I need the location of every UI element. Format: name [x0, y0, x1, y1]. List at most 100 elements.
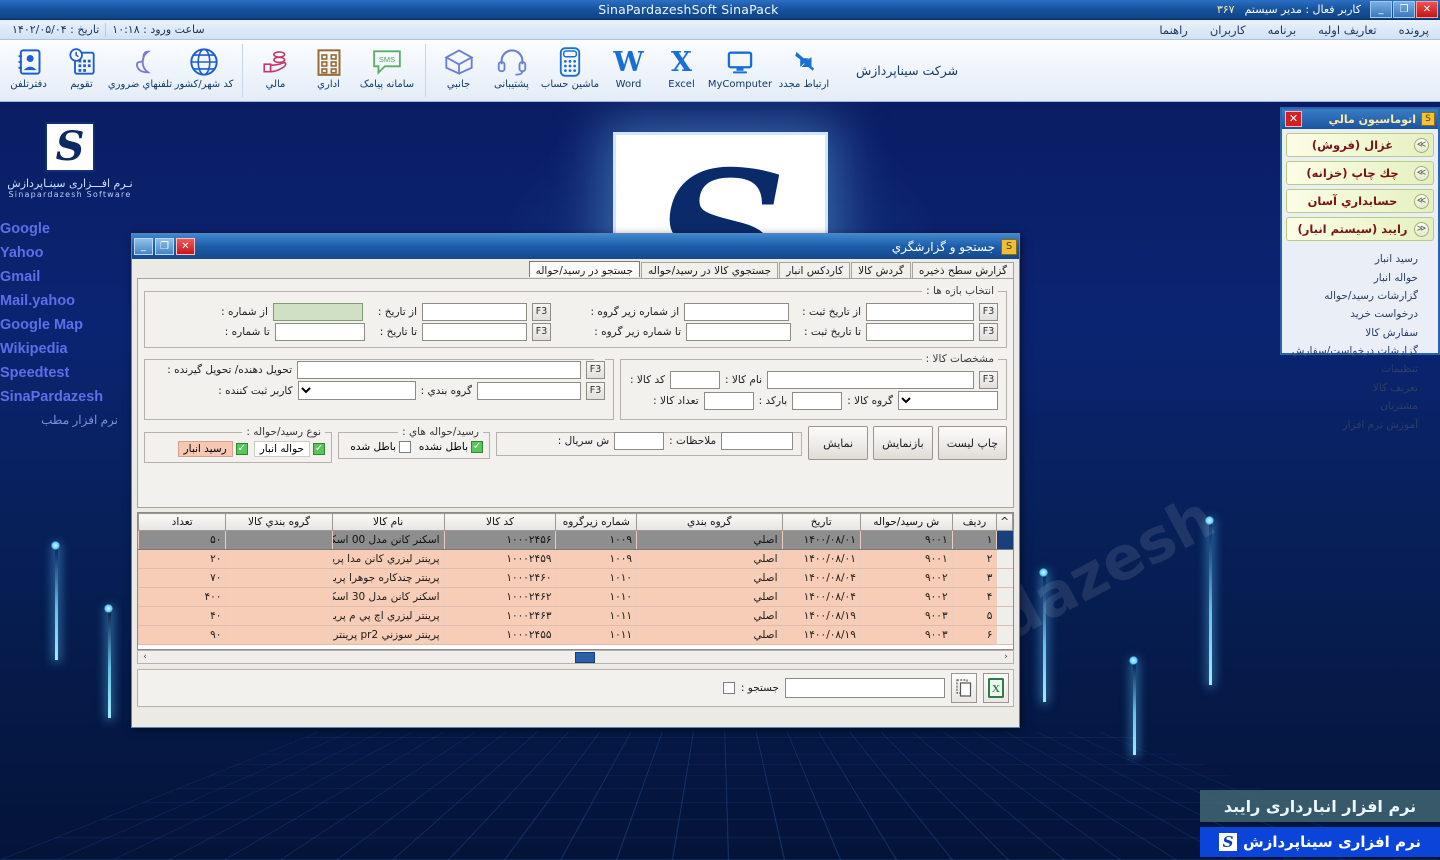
menu-item-rahnama[interactable]: راهنما	[1148, 23, 1198, 37]
display-button[interactable]: نمایش	[808, 426, 869, 460]
quick-link-sinapardazesh[interactable]: SinaPardazesh	[0, 385, 118, 409]
accordion-ghazal-sales[interactable]: ≫ غزال (فروش)	[1286, 133, 1434, 157]
dialog-window-controls[interactable]: _ ❐ ✕	[134, 238, 195, 255]
submenu-item-receipt-issue-reports[interactable]: گزارشات رسید/حواله	[1286, 287, 1428, 305]
raybod-submenu[interactable]: رسید انبار حواله انبار گزارشات رسید/حوال…	[1286, 245, 1434, 434]
to-subgroup-input[interactable]	[686, 323, 792, 341]
check-off-icon[interactable]	[398, 441, 411, 453]
table-row[interactable]: ۳ ۹۰۰۲ ۱۴۰۰/۰۸/۰۴ اصلي ۱۰۱۰ ۱۰۰۰۲۴۶۰ پری…	[138, 568, 1013, 588]
submenu-item-customers[interactable]: مشتریان	[1286, 397, 1428, 415]
table-row[interactable]: ۶ ۹۰۰۳ ۱۴۰۰/۰۸/۱۹ اصلي ۱۰۱۱ ۱۰۰۰۲۴۵۵ پری…	[138, 625, 1013, 645]
print-list-button[interactable]: چاپ لیست	[937, 426, 1007, 460]
toolbar-button-reconnect[interactable]: ارتباط مجدد	[772, 43, 836, 99]
goods-count-input[interactable]	[703, 391, 754, 410]
automation-panel-body[interactable]: ≫ غزال (فروش) ≫ چك چاپ (خزانه) ≫ حسابدار…	[1282, 129, 1438, 434]
from-number-input[interactable]	[272, 303, 363, 321]
copy-button[interactable]	[951, 673, 977, 703]
quick-link-matab-software[interactable]: نرم افزار مطب	[0, 409, 118, 431]
tab-goods-circulation[interactable]: گردش كالا	[851, 262, 911, 278]
toolbar-button-sms[interactable]: SMS سامانه پیامک	[355, 43, 419, 99]
toolbar-button-calendar[interactable]: تقویم	[55, 43, 108, 99]
table-row[interactable]: ۴ ۹۰۰۲ ۱۴۰۰/۰۸/۰۴ اصلي ۱۰۱۰ ۱۰۰۰۲۴۶۲ اسك…	[138, 587, 1013, 607]
dialog-close-button[interactable]: ✕	[176, 238, 195, 255]
notes-input[interactable]	[721, 432, 794, 450]
f3-hint-deliverer[interactable]: F3	[586, 361, 605, 379]
grid-horizontal-scrollbar[interactable]: ‹ ›	[137, 650, 1014, 664]
automation-panel-close-icon[interactable]: ✕	[1285, 111, 1302, 127]
footer-search-input[interactable]	[785, 678, 945, 698]
submenu-item-define-goods[interactable]: تعریف كالا	[1286, 379, 1428, 397]
submenu-item-settings[interactable]: تنظیمات	[1286, 360, 1428, 378]
col-goods-code[interactable]: كد كالا	[443, 513, 557, 531]
goods-group-select[interactable]	[898, 391, 998, 410]
col-quantity[interactable]: تعداد	[138, 513, 227, 531]
search-and-reporting-dialog[interactable]: S جستجو و گزارشگري _ ❐ ✕ گزارش سطح ذخیره…	[131, 233, 1020, 728]
chevron-down-icon-3[interactable]: ≫	[1414, 193, 1429, 209]
check-on-icon-3[interactable]: ✓	[235, 443, 248, 455]
toolbar-button-administrative[interactable]: اداري	[302, 43, 355, 99]
quick-link-yahoo[interactable]: Yahoo	[0, 241, 118, 265]
barcode-input[interactable]	[792, 391, 843, 410]
quick-links-list[interactable]: Google Yahoo Gmail Mail.yahoo Google Map…	[0, 217, 140, 431]
action-buttons-group[interactable]: چاپ لیست بازنمایش نمایش	[808, 426, 1007, 460]
checkbox-warehouse-receipt[interactable]: ✓ رسید انبار	[177, 441, 248, 457]
checkbox-cancelled[interactable]: باطل شده	[350, 441, 411, 453]
f3-hint-to-regdate[interactable]: F3	[979, 323, 998, 341]
f3-hint-from-date[interactable]: F3	[532, 303, 551, 321]
f3-hint-to-date[interactable]: F3	[532, 323, 551, 341]
results-grid[interactable]: ^ ردیف ش رسید/حواله تاریخ گروه بندي شمار…	[137, 512, 1014, 650]
table-row[interactable]: ۲ ۹۰۰۱ ۱۴۰۰/۰۸/۰۱ اصلي ۱۰۰۹ ۱۰۰۰۲۴۵۹ پری…	[138, 549, 1013, 569]
accordion-easy-accounting[interactable]: ≫ حسابداري آسان	[1286, 189, 1434, 213]
from-subgroup-input[interactable]	[684, 303, 790, 321]
refresh-display-button[interactable]: بازنمایش	[873, 426, 933, 460]
accordion-check-print[interactable]: ≫ چك چاپ (خزانه)	[1286, 161, 1434, 185]
menu-item-karbaran[interactable]: كاربران	[1199, 23, 1257, 37]
quick-link-gmail[interactable]: Gmail	[0, 265, 118, 289]
menu-item-barnameh[interactable]: برنامه	[1257, 23, 1308, 37]
maximize-button[interactable]: ❐	[1393, 0, 1415, 18]
dialog-maximize-button[interactable]: ❐	[155, 238, 174, 255]
scrollbar-thumb[interactable]	[574, 651, 595, 663]
f3-hint-goods-name[interactable]: F3	[979, 371, 998, 389]
submenu-item-software-training[interactable]: آموزش نرم افزار	[1286, 415, 1428, 433]
quick-link-wikipedia[interactable]: Wikipedia	[0, 337, 118, 361]
table-row[interactable]: ۵ ۹۰۰۳ ۱۴۰۰/۰۸/۱۹ اصلي ۱۰۱۱ ۱۰۰۰۲۴۶۳ پری…	[138, 606, 1013, 626]
footer-search-checkbox[interactable]	[722, 682, 735, 694]
col-doc-number[interactable]: ش رسید/حواله	[859, 513, 953, 531]
financial-automation-panel[interactable]: S اتوماسیون مالي ✕ ≫ غزال (فروش) ≫ چك چا…	[1280, 107, 1440, 431]
registrar-select[interactable]	[297, 381, 416, 400]
submenu-item-goods-order[interactable]: سفارش كالا	[1286, 324, 1428, 342]
submenu-item-purchase-request[interactable]: درخواست خرید	[1286, 305, 1428, 323]
toolbar-button-emergency-phones[interactable]: تلفنهاي ضروري	[108, 43, 172, 99]
ribbon-group-modules[interactable]: SMS سامانه پیامک اداري مالي	[247, 40, 421, 101]
dialog-minimize-button[interactable]: _	[134, 238, 153, 255]
excel-export-button[interactable]: X	[983, 673, 1009, 703]
col-date[interactable]: تاریخ	[781, 513, 861, 531]
toolbar-button-calculator[interactable]: ماشین حساب	[538, 43, 602, 99]
chevron-down-icon[interactable]: ≫	[1414, 137, 1429, 153]
chevron-down-icon-2[interactable]: ≫	[1414, 165, 1429, 181]
to-date-input[interactable]	[422, 323, 527, 341]
scroll-left-arrow-icon[interactable]: ‹	[139, 652, 151, 662]
submenu-item-request-order-reports[interactable]: گزارشات درخواست/سفارش	[1286, 342, 1428, 360]
col-radif[interactable]: ردیف	[951, 513, 998, 531]
from-date-input[interactable]	[422, 303, 527, 321]
quick-link-googlemap[interactable]: Google Map	[0, 313, 118, 337]
left-launcher-panel[interactable]: S نـرم افـــزاری سینـاپردازش Sinapardaze…	[0, 106, 140, 431]
chevron-up-icon[interactable]: ≪	[1414, 221, 1429, 237]
quick-link-speedtest[interactable]: Speedtest	[0, 361, 118, 385]
table-row[interactable]: ۱ ۹۰۰۱ ۱۴۰۰/۰۸/۰۱ اصلي ۱۰۰۹ ۱۰۰۰۲۴۵۶ اسك…	[138, 530, 1013, 550]
toolbar-button-accessories[interactable]: جانبي	[432, 43, 485, 99]
toolbar-button-support[interactable]: پشتیبانی	[485, 43, 538, 99]
checkbox-not-cancelled[interactable]: ✓ باطل نشده	[419, 441, 483, 453]
quick-link-google[interactable]: Google	[0, 217, 118, 241]
grouping-input[interactable]	[477, 381, 581, 400]
col-grouping[interactable]: گروه بندي	[636, 513, 783, 531]
f3-hint-from-regdate[interactable]: F3	[979, 303, 998, 321]
submenu-item-receipt[interactable]: رسید انبار	[1286, 250, 1428, 268]
check-on-icon[interactable]: ✓	[471, 441, 483, 453]
col-subgroup-number[interactable]: شماره زیرگروه	[555, 513, 638, 531]
toolbar-ribbon[interactable]: شركت سیناپردازش ارتباط مجدد MyComputer X…	[0, 40, 1440, 102]
submenu-item-issue[interactable]: حواله انبار	[1286, 268, 1428, 286]
dialog-footer-bar[interactable]: X جستجو :	[137, 669, 1014, 707]
